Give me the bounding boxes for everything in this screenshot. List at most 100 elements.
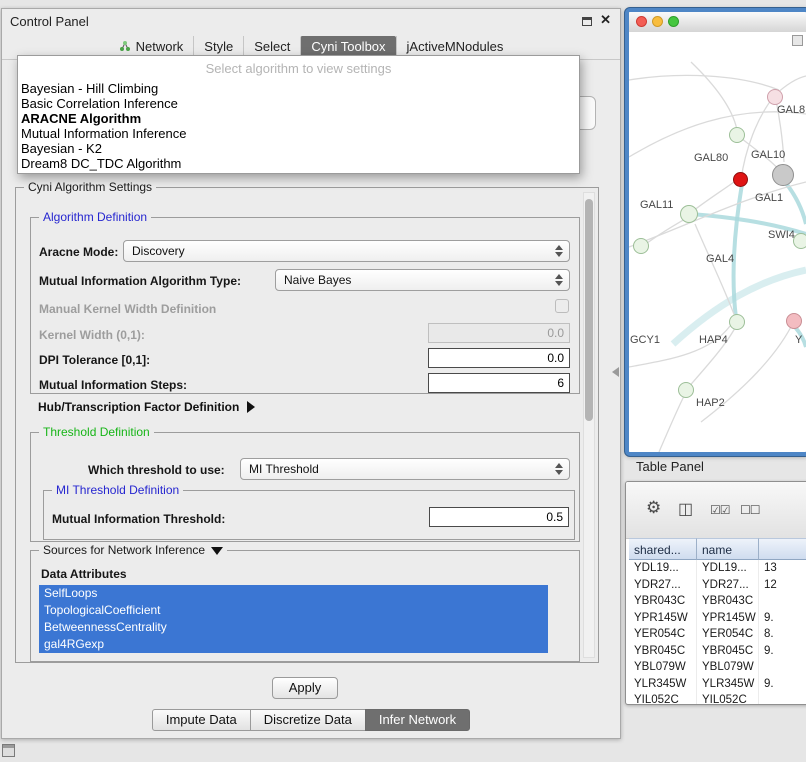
network-canvas[interactable]: GAL8 GAL80 GAL10 GAL11 GAL1 SWI4 GAL4 GC…: [629, 32, 806, 452]
column-header-name[interactable]: name: [697, 538, 759, 560]
tab-select[interactable]: Select: [243, 36, 300, 57]
hub-transcription-expander[interactable]: Hub/Transcription Factor Definition: [38, 400, 255, 414]
cell: YDR27...: [629, 577, 697, 594]
node-label: GAL80: [694, 152, 728, 164]
tab-discretize-data[interactable]: Discretize Data: [250, 709, 366, 731]
network-node-green[interactable]: [729, 127, 745, 143]
network-node-green[interactable]: [678, 382, 694, 398]
table-row[interactable]: YER054CYER054C8.: [629, 626, 806, 643]
cell: YIL052C: [629, 692, 697, 705]
minimize-traffic-light[interactable]: [652, 16, 663, 27]
table-row[interactable]: YDR27...YDR27...12: [629, 577, 806, 594]
popup-item[interactable]: Basic Correlation Inference: [18, 96, 579, 111]
network-node-green[interactable]: [680, 205, 698, 223]
dpi-tolerance-field[interactable]: [428, 348, 570, 368]
network-scroll-corner[interactable]: [792, 35, 803, 46]
algorithm-definition-group: Algorithm Definition Aracne Mode: Discov…: [30, 217, 580, 394]
mi-type-combo[interactable]: Naive Bayes: [275, 269, 570, 291]
tab-style[interactable]: Style: [193, 36, 243, 57]
cell: 8.: [759, 626, 806, 643]
column-header-shared-name[interactable]: shared...: [629, 538, 697, 560]
cell: 13: [759, 560, 806, 577]
columns-icon[interactable]: ◫: [678, 499, 693, 519]
table-row[interactable]: YPR145WYPR145W9.: [629, 610, 806, 627]
popup-item[interactable]: Bayesian - Hill Climbing: [18, 81, 579, 96]
splitter-handle[interactable]: [612, 367, 619, 377]
bottom-tabbar: Impute Data Discretize Data Infer Networ…: [2, 709, 620, 731]
sources-expander[interactable]: Sources for Network Inference: [39, 543, 227, 557]
network-node-green[interactable]: [729, 314, 745, 330]
popup-item-selected[interactable]: ARACNE Algorithm: [18, 111, 579, 126]
tab-impute-data[interactable]: Impute Data: [152, 709, 251, 731]
tab-label: Cyni Toolbox: [311, 39, 385, 54]
tab-label: Select: [254, 39, 290, 54]
node-label: GCY1: [630, 334, 660, 346]
network-node-green[interactable]: [633, 238, 649, 254]
control-panel-titlebar[interactable]: Control Panel ✕: [2, 9, 620, 33]
popup-item[interactable]: Dream8 DC_TDC Algorithm: [18, 156, 579, 171]
network-node-pink[interactable]: [786, 313, 802, 329]
mi-threshold-label: Mutual Information Threshold:: [52, 512, 225, 526]
zoom-traffic-light[interactable]: [668, 16, 679, 27]
kernel-width-label: Kernel Width (0,1):: [39, 328, 145, 342]
table-header: shared...name: [629, 538, 806, 560]
aracne-mode-combo[interactable]: Discovery: [123, 240, 570, 262]
expand-down-icon: [211, 547, 223, 555]
float-window-icon[interactable]: [582, 17, 592, 26]
combo-arrows-icon: [555, 245, 563, 257]
node-label: GAL4: [706, 253, 734, 265]
table-row[interactable]: YLR345WYLR345W9.: [629, 676, 806, 693]
table-row[interactable]: YDL19...YDL19...13: [629, 560, 806, 577]
algorithm-definition-title: Algorithm Definition: [39, 210, 151, 224]
network-node-gray[interactable]: [772, 164, 794, 186]
cell: 9.: [759, 610, 806, 627]
gear-icon[interactable]: ⚙: [646, 498, 661, 518]
hub-transcription-label: Hub/Transcription Factor Definition: [38, 400, 239, 414]
tab-infer-network[interactable]: Infer Network: [365, 709, 470, 731]
threshold-definition-group: Threshold Definition Which threshold to …: [30, 432, 580, 542]
network-node-red-selected[interactable]: [733, 172, 748, 187]
table-toolbar: ⚙ ◫ ☑☑ ☐☐: [626, 482, 806, 539]
network-node-green[interactable]: [793, 233, 806, 249]
list-item[interactable]: SelfLoops: [39, 585, 548, 602]
popup-item[interactable]: Mutual Information Inference: [18, 126, 579, 141]
which-threshold-combo[interactable]: MI Threshold: [240, 458, 570, 480]
select-all-icon[interactable]: ☑☑: [710, 503, 730, 517]
list-item[interactable]: TopologicalCoefficient: [39, 602, 548, 619]
dpi-tolerance-label: DPI Tolerance [0,1]:: [39, 353, 150, 367]
node-label: GAL1: [755, 192, 783, 204]
close-traffic-light[interactable]: [636, 16, 647, 27]
list-item[interactable]: gal4RGexp: [39, 636, 548, 653]
tab-jactivemnodules[interactable]: jActiveMNodules: [396, 36, 514, 57]
algorithm-dropdown-popup: Select algorithm to view settings Bayesi…: [17, 55, 580, 174]
settings-scrollbar[interactable]: [583, 192, 595, 658]
table-row[interactable]: YIL052CYIL052C: [629, 692, 806, 705]
mi-steps-field[interactable]: [428, 373, 570, 393]
table-panel-title: Table Panel: [636, 459, 704, 474]
combo-value: Naive Bayes: [284, 273, 351, 287]
settings-group-title: Cyni Algorithm Settings: [24, 180, 156, 194]
tab-network[interactable]: Network: [109, 36, 194, 57]
popup-item[interactable]: Bayesian - K2: [18, 141, 579, 156]
network-window-titlebar[interactable]: [629, 12, 806, 33]
combo-arrows-icon: [555, 274, 563, 286]
mi-threshold-field[interactable]: [429, 507, 569, 527]
tab-label: jActiveMNodules: [407, 39, 504, 54]
list-item[interactable]: BetweennessCentrality: [39, 619, 548, 636]
expand-right-icon: [247, 401, 255, 413]
table-row[interactable]: YBR045CYBR045C9.: [629, 643, 806, 660]
deselect-all-icon[interactable]: ☐☐: [740, 503, 760, 517]
cyni-algorithm-settings-group: Cyni Algorithm Settings Algorithm Defini…: [15, 187, 599, 663]
network-node-pink[interactable]: [767, 89, 783, 105]
close-icon[interactable]: ✕: [600, 12, 611, 28]
scrollbar-thumb[interactable]: [585, 199, 593, 421]
docked-panel-icon[interactable]: [2, 744, 15, 757]
column-header-extra[interactable]: [759, 538, 806, 560]
apply-button[interactable]: Apply: [272, 677, 338, 699]
aracne-mode-label: Aracne Mode:: [39, 245, 118, 259]
table-row[interactable]: YBL079WYBL079W: [629, 659, 806, 676]
table-row[interactable]: YBR043CYBR043C: [629, 593, 806, 610]
tab-cyni-toolbox[interactable]: Cyni Toolbox: [300, 36, 395, 57]
cell: [759, 659, 806, 676]
cell: YBR043C: [629, 593, 697, 610]
